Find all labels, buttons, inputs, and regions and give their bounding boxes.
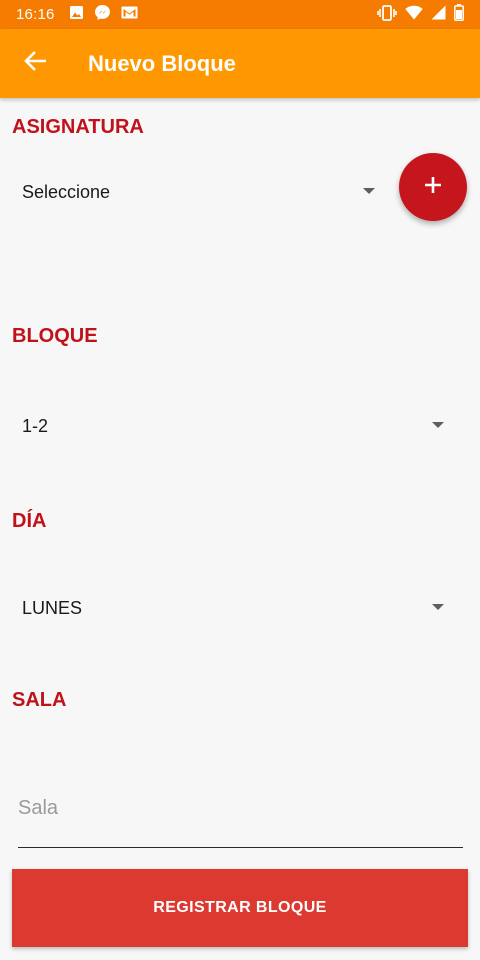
registrar-bloque-button[interactable]: REGISTRAR BLOQUE	[12, 869, 468, 947]
plus-icon	[423, 175, 443, 200]
asignatura-spinner[interactable]: Seleccione	[0, 162, 390, 222]
wifi-icon	[405, 5, 423, 24]
sala-input[interactable]	[18, 770, 463, 848]
app-bar: Nuevo Bloque	[0, 29, 480, 98]
messenger-icon	[94, 4, 111, 25]
bloque-spinner[interactable]: 1-2	[0, 396, 460, 456]
status-time: 16:16	[16, 6, 55, 23]
back-button[interactable]	[0, 29, 70, 98]
chevron-down-icon	[432, 604, 444, 610]
add-asignatura-button[interactable]	[399, 153, 467, 221]
arrow-back-icon	[24, 51, 47, 76]
battery-icon	[454, 4, 464, 25]
signal-icon	[431, 5, 446, 24]
gmail-icon	[121, 6, 138, 23]
dia-spinner[interactable]: LUNES	[0, 578, 460, 638]
status-bar: 16:16	[0, 0, 480, 29]
asignatura-selected: Seleccione	[22, 181, 111, 202]
asignatura-label: ASIGNATURA	[12, 116, 144, 138]
page-title: Nuevo Bloque	[88, 50, 236, 76]
vibrate-icon	[377, 4, 397, 25]
chevron-down-icon	[432, 422, 444, 428]
chevron-down-icon	[363, 188, 375, 194]
dia-label: DÍA	[12, 510, 47, 532]
bloque-label: BLOQUE	[12, 325, 98, 347]
image-icon	[69, 5, 84, 24]
bloque-selected: 1-2	[22, 415, 49, 436]
sala-label: SALA	[12, 689, 67, 711]
dia-selected: LUNES	[22, 597, 83, 618]
